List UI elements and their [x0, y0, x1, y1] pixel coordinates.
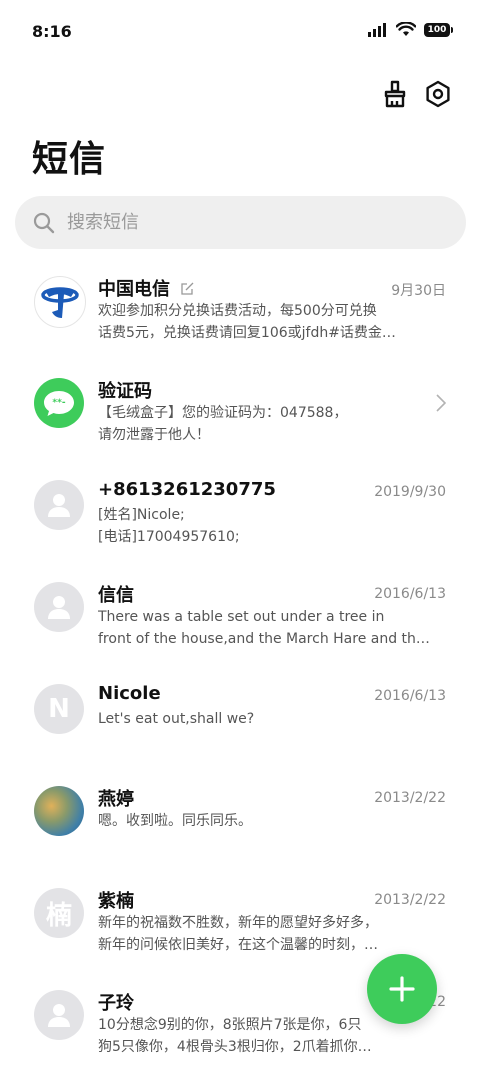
avatar [34, 582, 84, 632]
search-bar[interactable] [15, 196, 466, 249]
avatar-initial: N [48, 694, 70, 724]
contact-name: +8613261230775 [98, 479, 276, 500]
message-preview: Let's eat out,shall we? [98, 711, 255, 727]
plus-icon [389, 976, 415, 1002]
conversation-item[interactable]: 中国电信 9月30日 欢迎参加积分兑换话费活动，每500分可兑换 话费5元，兑换… [0, 262, 480, 364]
page-title: 短信 [32, 139, 107, 180]
message-preview: 【毛绒盒子】您的验证码为：047588， 请勿泄露于他人！ [98, 405, 348, 443]
contact-name: 验证码 [98, 381, 152, 402]
svg-text:**-: **- [52, 398, 65, 408]
contact-name: 紫楠 [98, 891, 134, 912]
search-icon [31, 210, 57, 236]
clean-brush-button[interactable] [379, 78, 411, 110]
message-date: 9月30日 [391, 283, 446, 299]
conversation-item[interactable]: **- 验证码 【毛绒盒子】您的验证码为：047588， 请勿泄露于他人！ [0, 364, 480, 466]
person-icon [48, 494, 70, 517]
contact-name: 子玲 [98, 993, 134, 1014]
conversation-item[interactable]: N Nicole 2016/6/13 Let's eat out,shall w… [0, 670, 480, 772]
new-message-button[interactable] [367, 954, 437, 1024]
message-date: 2013/2/22 [374, 790, 446, 806]
message-date: 2016/6/13 [374, 586, 446, 602]
conversation-item[interactable]: 信信 2016/6/13 There was a table set out u… [0, 568, 480, 670]
verification-code-icon: **- [34, 378, 84, 428]
message-date: 2019/9/30 [374, 484, 446, 500]
search-input[interactable] [65, 211, 429, 234]
brush-icon [384, 80, 406, 108]
message-preview: 欢迎参加积分兑换话费活动，每500分可兑换 话费5元，兑换话费请回复106或jf… [98, 303, 396, 341]
avatar: N [34, 684, 84, 734]
avatar: 楠 [34, 888, 84, 938]
contact-name: 中国电信 [98, 275, 195, 301]
person-icon [48, 1004, 70, 1027]
contact-name: 燕婷 [98, 789, 134, 810]
message-preview: 嗯。收到啦。同乐同乐。 [98, 813, 252, 829]
battery-icon: 100 [424, 22, 453, 37]
edit-icon [180, 280, 195, 301]
status-icons: 100 [368, 22, 453, 37]
conversation-item[interactable]: 燕婷 2013/2/22 嗯。收到啦。同乐同乐。 [0, 772, 480, 874]
message-preview: [姓名]Nicole; [电话]17004957610; [98, 507, 240, 545]
message-preview: 新年的祝福数不胜数，新年的愿望好多好多， 新年的问候依旧美好，在这个温馨的时刻，… [98, 915, 378, 953]
contact-name: 信信 [98, 585, 134, 606]
photo-avatar [34, 786, 84, 836]
avatar [34, 480, 84, 530]
china-telecom-logo [34, 276, 86, 328]
settings-icon [426, 80, 450, 108]
wifi-icon [396, 22, 416, 36]
person-icon [48, 596, 70, 619]
settings-button[interactable] [422, 78, 454, 110]
signal-icon [368, 22, 386, 37]
message-date: 2013/2/22 [374, 892, 446, 908]
contact-name: Nicole [98, 683, 161, 704]
status-bar: 8:16 100 [0, 0, 480, 64]
avatar [34, 990, 84, 1040]
message-date: 2016/6/13 [374, 688, 446, 704]
avatar-initial: 楠 [45, 900, 72, 931]
status-time: 8:16 [32, 22, 72, 41]
message-preview: There was a table set out under a tree i… [98, 609, 430, 647]
conversation-item[interactable]: +8613261230775 2019/9/30 [姓名]Nicole; [电话… [0, 466, 480, 568]
